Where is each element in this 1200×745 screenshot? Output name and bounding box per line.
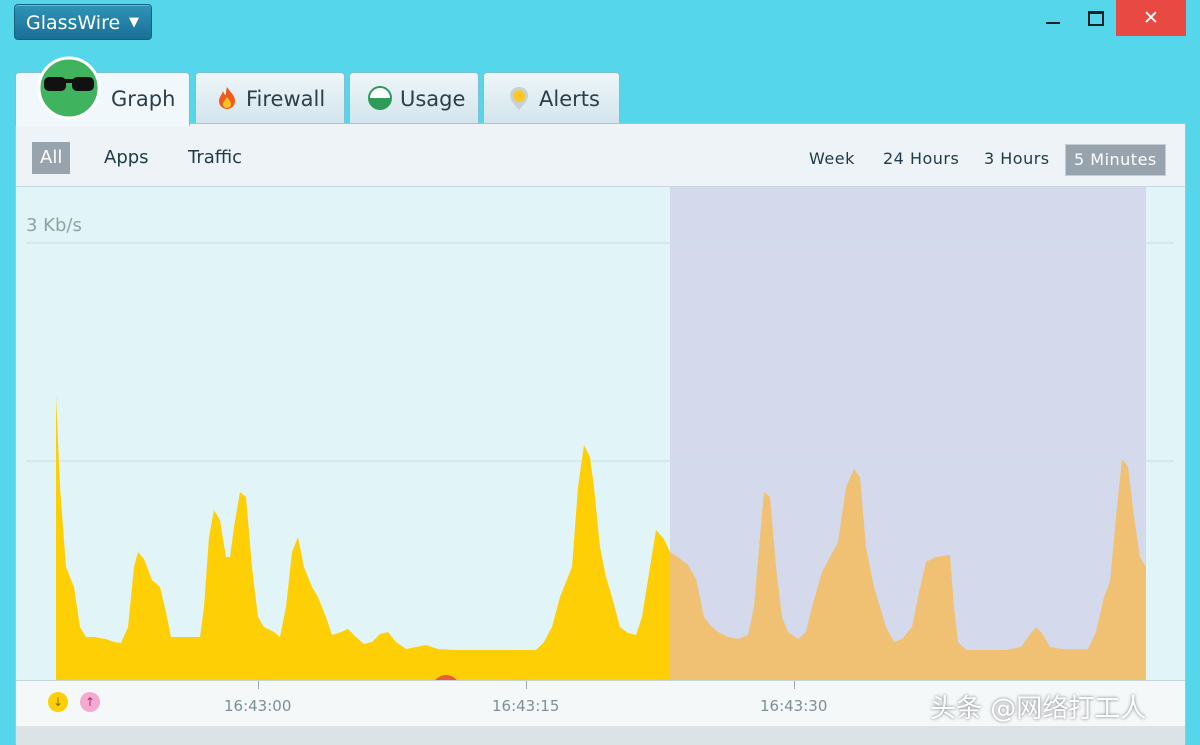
tab-usage-label: Usage (400, 87, 466, 111)
tab-firewall-label: Firewall (246, 87, 326, 111)
graph-panel: All Apps Traffic Week 24 Hours 3 Hours 5… (15, 123, 1186, 745)
tab-usage[interactable]: Usage (349, 72, 479, 124)
tab-graph[interactable]: Graph (15, 56, 190, 126)
tab-graph-label: Graph (111, 87, 176, 111)
bottom-strip (16, 726, 1185, 745)
range-week-button[interactable]: Week (809, 144, 855, 174)
app-menu-label: GlassWire (26, 12, 121, 34)
tab-alerts[interactable]: Alerts (483, 72, 620, 124)
incoming-area-series (56, 395, 670, 680)
tab-firewall[interactable]: Firewall (195, 72, 345, 124)
filter-all-button[interactable]: All (32, 142, 71, 174)
range-3-hours-button[interactable]: 3 Hours (984, 144, 1050, 174)
highlight-region (670, 187, 1146, 680)
filter-apps-button[interactable]: Apps (96, 142, 157, 174)
maximize-button[interactable] (1080, 0, 1110, 38)
traffic-graph-svg (26, 187, 1174, 680)
time-tick (526, 681, 527, 689)
graph-toolbar: All Apps Traffic Week 24 Hours 3 Hours 5… (16, 124, 1185, 187)
y-axis-label: 3 Kb/s (26, 215, 82, 236)
range-24-hours-button[interactable]: 24 Hours (883, 144, 959, 174)
time-tick-label: 16:43:15 (492, 697, 560, 715)
filter-traffic-button[interactable]: Traffic (180, 142, 250, 174)
chevron-down-icon: ▼ (129, 15, 139, 30)
close-icon: ✕ (1143, 7, 1159, 29)
outgoing-legend-icon[interactable]: ↑ (80, 692, 100, 712)
app-menu-button[interactable]: GlassWire ▼ (14, 4, 152, 40)
glasswire-logo-icon (37, 56, 101, 120)
close-button[interactable]: ✕ (1116, 0, 1186, 36)
traffic-graph[interactable]: 3 Kb/s (16, 187, 1185, 680)
time-tick (258, 681, 259, 689)
watermark-text: 头条 @网络打工人 (930, 694, 1147, 724)
time-tick-label: 16:43:30 (760, 697, 828, 715)
tab-alerts-label: Alerts (539, 87, 600, 111)
usage-dial-icon (368, 86, 392, 110)
flame-icon (219, 87, 235, 109)
incoming-legend-icon[interactable]: ↓ (48, 692, 68, 712)
time-tick-label: 16:43:00 (224, 697, 292, 715)
range-5-minutes-button[interactable]: 5 Minutes (1065, 144, 1166, 176)
time-tick (794, 681, 795, 689)
alert-pin-icon (510, 87, 528, 110)
minimize-button[interactable] (1040, 0, 1066, 38)
